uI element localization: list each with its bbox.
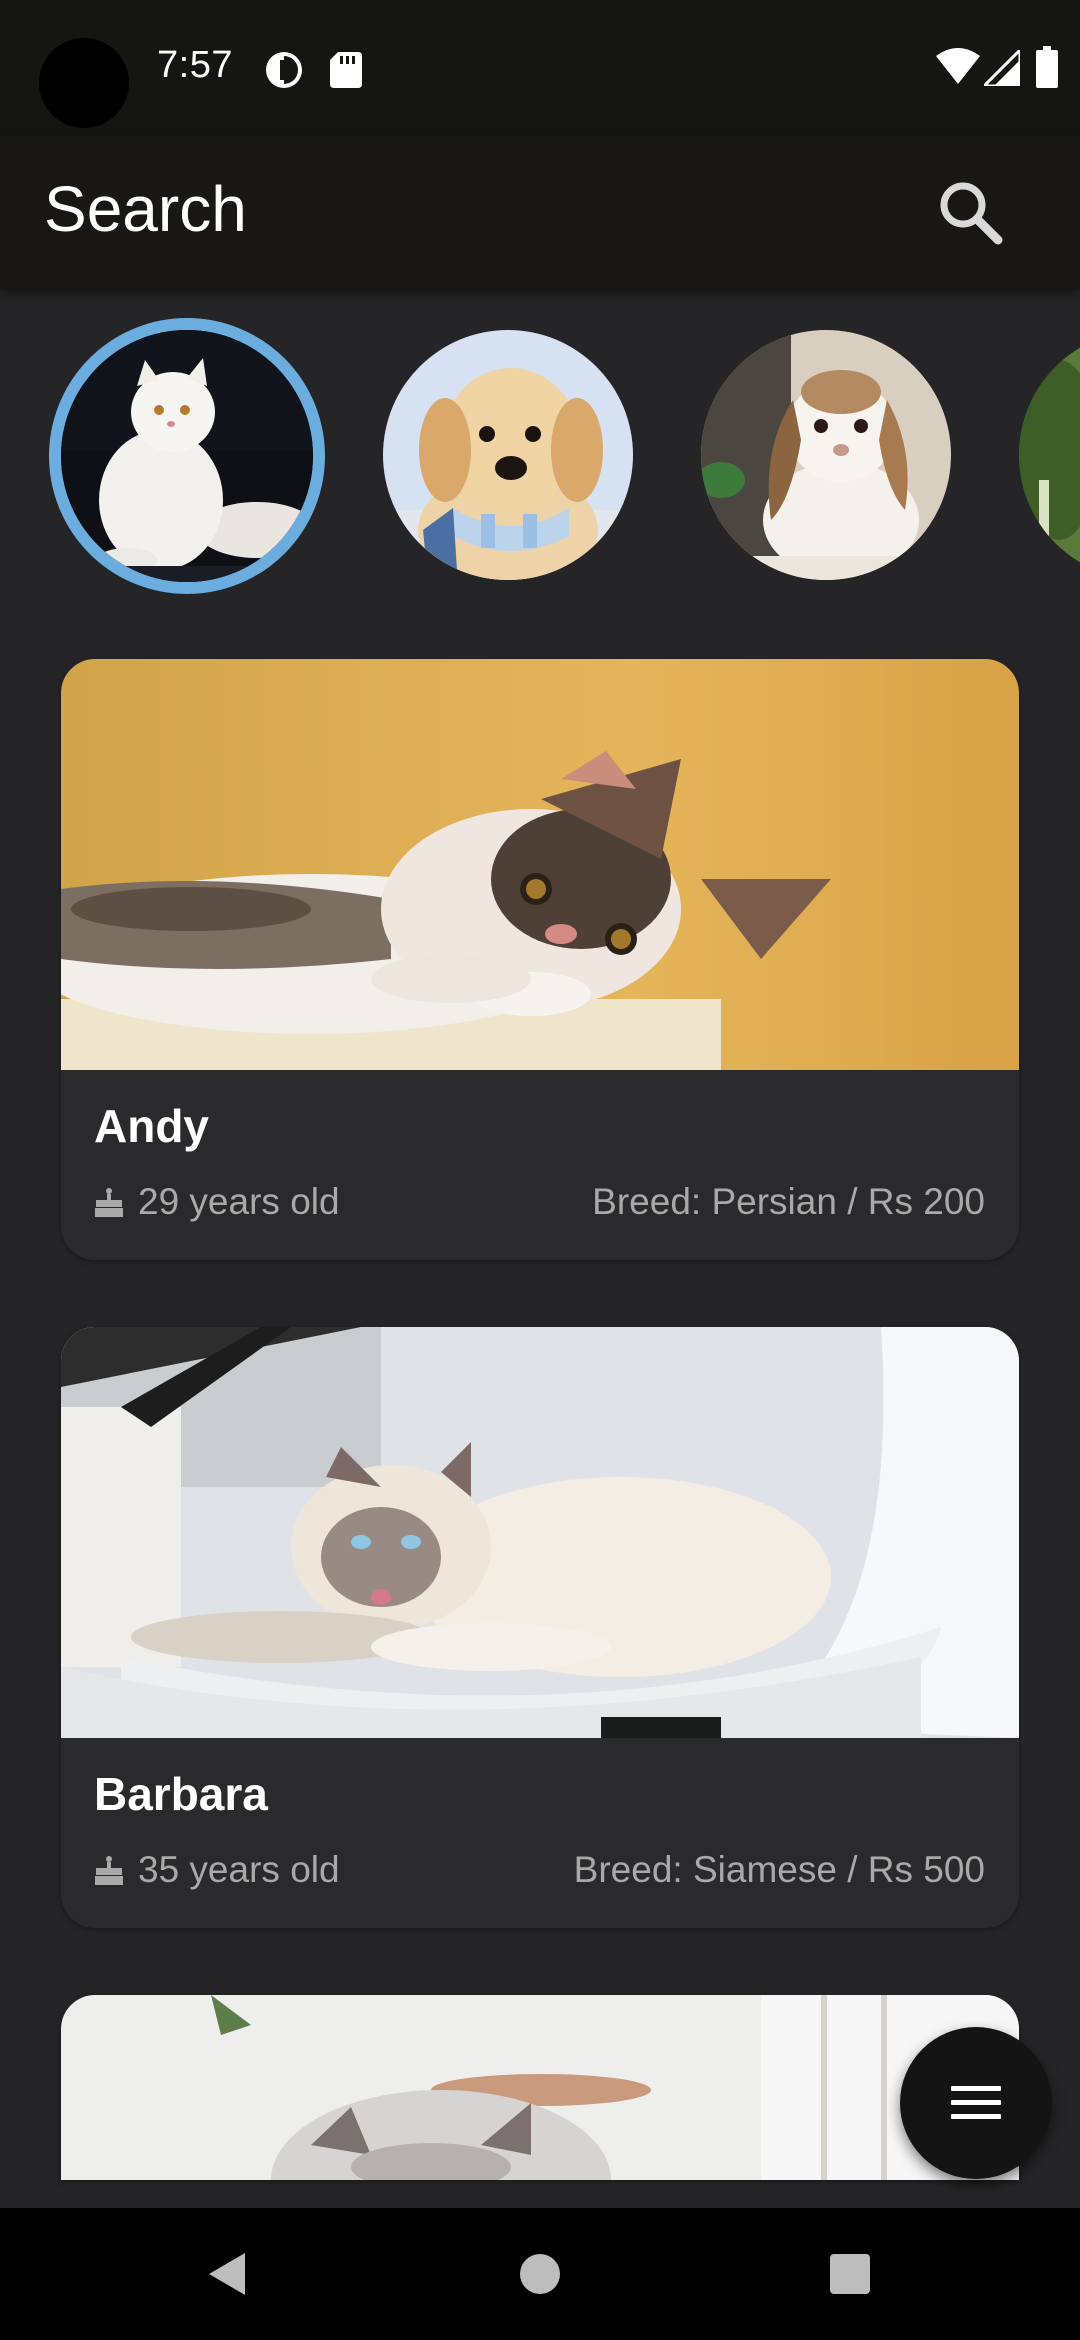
home-icon: [520, 2254, 560, 2294]
partial-avatar-image: [1019, 330, 1080, 580]
category-avatar-rabbit[interactable]: [701, 330, 951, 580]
status-time: 7:57: [157, 44, 233, 86]
pet-name: Andy: [94, 1100, 209, 1152]
home-button[interactable]: [500, 2234, 580, 2314]
category-avatar-partial[interactable]: [1019, 330, 1080, 580]
cake-icon: [95, 1856, 123, 1885]
menu-fab-button[interactable]: [900, 2027, 1052, 2179]
recents-button[interactable]: [810, 2234, 890, 2314]
category-avatar-cat[interactable]: [49, 318, 325, 594]
rabbit-avatar-image: [701, 330, 951, 580]
pet-name: Barbara: [94, 1768, 268, 1820]
pet-photo-partial: [61, 1995, 1019, 2180]
recents-icon: [830, 2254, 870, 2294]
battery-icon: [1036, 46, 1058, 88]
pet-photo-barbara: [61, 1327, 1019, 1738]
cake-icon: [95, 1188, 123, 1217]
search-button[interactable]: [924, 166, 1016, 258]
pet-age: 29 years old: [138, 1181, 340, 1222]
pet-breed-price: Breed: Siamese / Rs 500: [573, 1849, 985, 1890]
pet-age-row: 29 years old: [94, 1181, 340, 1223]
app-bar: Search: [0, 136, 1080, 290]
wifi-icon: [936, 48, 980, 84]
pet-card-partial[interactable]: [61, 1995, 1019, 2180]
pet-card-andy[interactable]: Andy 29 years old Breed: Persian / Rs 20…: [61, 659, 1019, 1260]
status-bar: 7:57: [0, 0, 1080, 136]
pet-age: 35 years old: [138, 1849, 340, 1890]
pet-photo-andy: [61, 659, 1019, 1070]
pet-card-barbara[interactable]: Barbara 35 years old Breed: Siamese / Rs…: [61, 1327, 1019, 1928]
pet-age-row: 35 years old: [94, 1849, 340, 1891]
pet-search-screen: 7:57 Search Andy 29 years old Breed: Per…: [0, 0, 1080, 2340]
menu-icon: [951, 2086, 1001, 2119]
search-icon: [940, 182, 1003, 245]
data-saver-icon: [266, 52, 302, 88]
pet-breed-price: Breed: Persian / Rs 200: [592, 1181, 985, 1222]
category-avatar-dog[interactable]: [383, 330, 633, 580]
signal-icon: [984, 50, 1020, 86]
back-button[interactable]: [186, 2234, 266, 2314]
camera-cutout: [39, 38, 129, 128]
sd-card-icon: [330, 52, 362, 88]
cat-avatar-image: [61, 330, 313, 582]
back-icon: [209, 2253, 245, 2295]
dog-avatar-image: [383, 330, 633, 580]
page-title: Search: [44, 173, 247, 245]
system-nav-bar: [0, 2208, 1080, 2340]
